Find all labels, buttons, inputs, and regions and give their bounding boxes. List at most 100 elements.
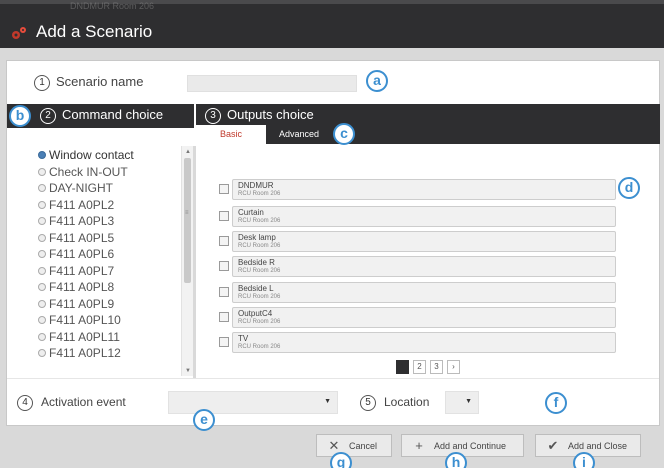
callout-badge-g: g (330, 452, 352, 468)
radio-icon (38, 349, 46, 357)
caret-down-icon: ▼ (465, 398, 472, 405)
output-checkbox[interactable] (219, 337, 229, 347)
command-item[interactable]: F411 A0PL7 (38, 264, 180, 281)
callout-badge-d: d (618, 177, 640, 199)
dialog-title: Add a Scenario (36, 22, 153, 41)
radio-icon (38, 233, 46, 242)
command-item-label: F411 A0PL8 (49, 280, 115, 294)
output-room: RCU Room 206 (238, 191, 281, 197)
callout-badge-b: b (9, 105, 31, 127)
output-item[interactable]: Bedside R RCU Room 206 (219, 256, 616, 277)
tab-advanced[interactable]: Advanced (266, 125, 332, 144)
gears-icon (12, 27, 26, 39)
command-item[interactable]: F411 A0PL12 (38, 346, 180, 363)
section-divider (7, 378, 659, 379)
command-item[interactable]: F411 A0PL2 (38, 198, 180, 215)
output-room: RCU Room 206 (238, 344, 281, 350)
caret-down-icon: ▼ (324, 398, 331, 405)
output-tile[interactable]: TV RCU Room 206 (232, 332, 616, 353)
scenario-name-label: Scenario name (56, 74, 144, 89)
output-item[interactable]: Bedside L RCU Room 206 (219, 282, 616, 303)
cancel-button-label: Cancel (349, 441, 378, 451)
column-divider (193, 146, 196, 378)
command-item-label: DAY-NIGHT (49, 181, 114, 195)
step-number: 5 (360, 395, 376, 411)
output-item[interactable]: Desk lamp RCU Room 206 (219, 231, 616, 252)
output-tile[interactable]: Curtain RCU Room 206 (232, 206, 616, 227)
radio-icon (38, 184, 46, 192)
command-item[interactable]: F411 A0PL8 (38, 280, 180, 297)
page-button-current[interactable]: 1 (396, 360, 409, 374)
location-row: 5 Location (360, 395, 429, 411)
step-number: 4 (17, 395, 33, 411)
callout-badge-h: h (445, 452, 467, 468)
output-checkbox[interactable] (219, 287, 229, 297)
output-name: DNDMUR (238, 181, 274, 190)
command-list: Window contact Check IN-OUT DAY-NIGHT F4… (38, 148, 180, 376)
page-button[interactable]: 2 (413, 360, 426, 374)
output-tile[interactable]: Bedside L RCU Room 206 (232, 282, 616, 303)
radio-icon (38, 200, 46, 209)
output-item[interactable]: TV RCU Room 206 (219, 332, 616, 353)
step-number: 2 (40, 107, 56, 124)
command-choice-header: 2 Command choice (7, 104, 194, 128)
output-name: Bedside L (238, 284, 274, 293)
background-window-text: DNDMUR Room 206 (70, 1, 155, 11)
output-tile[interactable]: Bedside R RCU Room 206 (232, 256, 616, 277)
output-checkbox[interactable] (219, 211, 229, 221)
location-label: Location (384, 395, 430, 410)
command-item[interactable]: F411 A0PL3 (38, 214, 180, 231)
output-checkbox[interactable] (219, 236, 229, 246)
output-item[interactable]: Curtain RCU Room 206 (219, 206, 616, 227)
scenario-name-input[interactable] (187, 75, 357, 92)
radio-selected-icon (38, 151, 46, 159)
command-item[interactable]: F411 A0PL11 (38, 330, 180, 347)
command-item-label: F411 A0PL11 (49, 329, 120, 344)
tab-basic[interactable]: Basic (196, 125, 266, 144)
scroll-up-arrow-icon[interactable]: ▲ (185, 149, 191, 155)
command-item-label: F411 A0PL9 (49, 296, 115, 311)
output-room: RCU Room 206 (238, 319, 281, 325)
output-item[interactable]: OutputC4 RCU Room 206 (219, 307, 616, 328)
output-tile[interactable]: DNDMUR RCU Room 206 (232, 179, 616, 200)
command-item[interactable]: F411 A0PL9 (38, 297, 180, 314)
output-tile[interactable]: Desk lamp RCU Room 206 (232, 231, 616, 252)
command-item-label: F411 A0PL12 (49, 346, 121, 360)
output-room: RCU Room 206 (238, 243, 281, 249)
command-item[interactable]: F411 A0PL6 (38, 247, 180, 264)
command-item-label: F411 A0PL3 (49, 214, 115, 228)
output-checkbox[interactable] (219, 312, 229, 322)
command-item[interactable]: Window contact (38, 148, 180, 165)
command-item-label: F411 A0PL2 (49, 197, 115, 212)
callout-badge-e: e (193, 409, 215, 431)
page-button[interactable]: 3 (430, 360, 443, 374)
command-choice-label: Command choice (62, 107, 164, 122)
output-checkbox[interactable] (219, 184, 229, 194)
activation-event-label: Activation event (41, 395, 126, 410)
command-item[interactable]: F411 A0PL10 (38, 313, 180, 330)
command-item[interactable]: F411 A0PL5 (38, 231, 180, 248)
command-item-label: Window contact (49, 148, 134, 162)
location-select[interactable]: ▼ (445, 391, 479, 414)
output-name: OutputC4 (238, 309, 273, 318)
radio-icon (38, 332, 46, 341)
command-item[interactable]: DAY-NIGHT (38, 181, 180, 198)
activation-event-select[interactable]: ▼ (168, 391, 338, 414)
command-list-scrollbar[interactable]: ▲ ≡ ▼ (181, 146, 193, 376)
output-tile[interactable]: OutputC4 RCU Room 206 (232, 307, 616, 328)
title-bar: DNDMUR Room 206 Add a Scenario (0, 0, 664, 48)
add-and-continue-label: Add and Continue (434, 441, 507, 451)
output-room: RCU Room 206 (238, 218, 281, 224)
next-page-chevron-icon[interactable]: › (447, 360, 460, 374)
scroll-down-arrow-icon[interactable]: ▼ (185, 368, 191, 374)
command-item-label: F411 A0PL5 (49, 230, 115, 245)
command-item-label: Check IN-OUT (49, 164, 128, 179)
command-item[interactable]: Check IN-OUT (38, 165, 180, 182)
output-item[interactable]: DNDMUR RCU Room 206 (219, 179, 616, 200)
step-number: 1 (34, 74, 50, 91)
cancel-button[interactable]: ✕ Cancel (316, 434, 392, 457)
scrollbar-thumb[interactable] (184, 158, 191, 283)
radio-icon (38, 250, 46, 258)
output-checkbox[interactable] (219, 261, 229, 271)
command-item-label: F411 A0PL7 (49, 263, 115, 278)
